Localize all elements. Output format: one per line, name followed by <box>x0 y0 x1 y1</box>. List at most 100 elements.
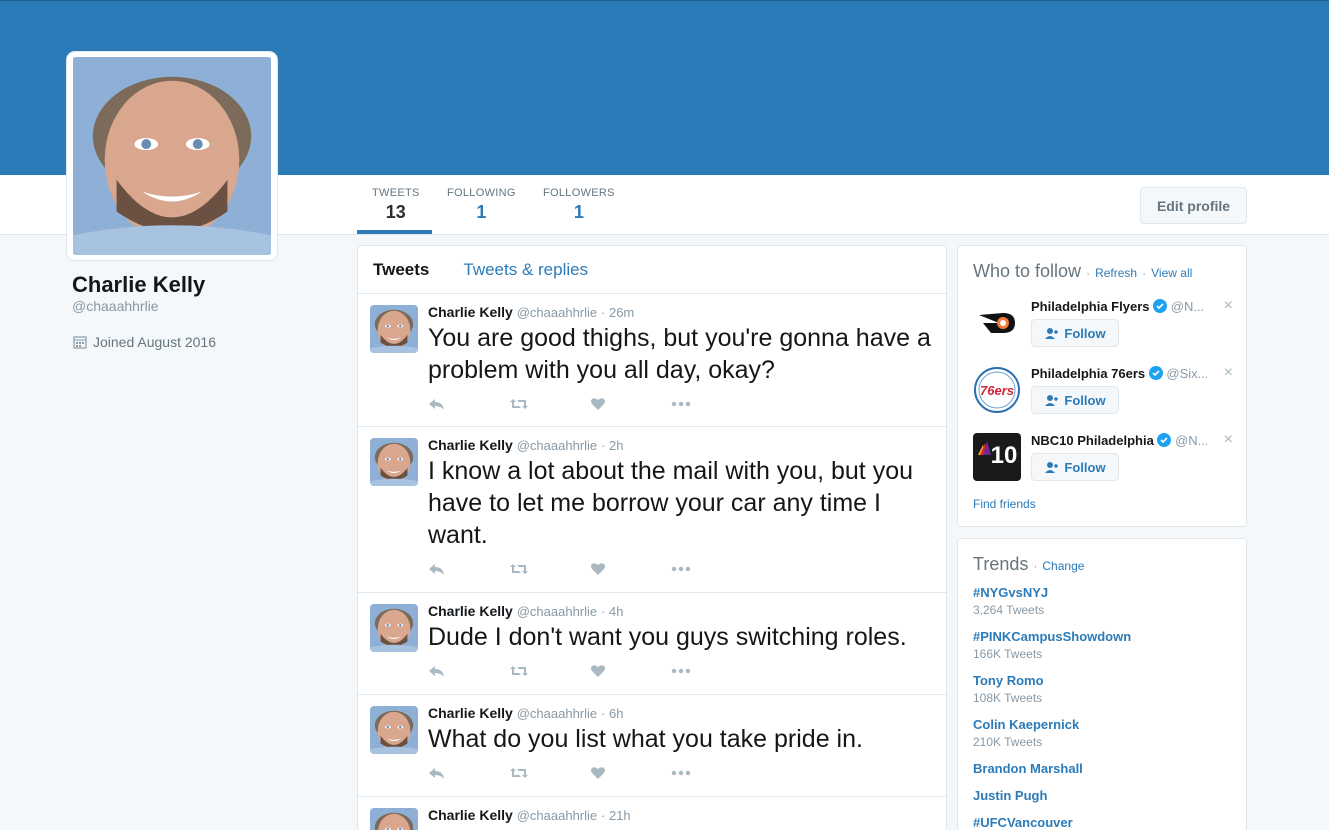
tweet-avatar[interactable] <box>370 604 418 652</box>
tweet-author-name[interactable]: Charlie Kelly <box>428 437 513 453</box>
tweet-text: What do you list what you take pride in. <box>428 725 863 753</box>
joined-date: Joined August 2016 <box>73 334 216 350</box>
refresh-link[interactable]: Refresh <box>1095 266 1137 280</box>
tweet-time[interactable]: · 4h <box>601 604 623 619</box>
change-link[interactable]: Change <box>1042 559 1084 573</box>
trend-name[interactable]: Colin Kaepernick <box>973 717 1079 732</box>
edit-profile-button[interactable]: Edit profile <box>1140 187 1247 224</box>
trend-item[interactable]: Colin Kaepernick 210K Tweets <box>973 717 1079 749</box>
suggestion-name[interactable]: Philadelphia 76ers <box>1031 366 1145 381</box>
tab-tweets-replies[interactable]: Tweets & replies <box>463 260 588 280</box>
like-icon[interactable] <box>590 559 671 579</box>
separator-dot: · <box>1033 559 1038 573</box>
more-icon[interactable] <box>671 661 752 681</box>
trend-item[interactable]: #NYGvsNYJ 3,264 Tweets <box>973 585 1048 617</box>
tweet-avatar[interactable] <box>370 438 418 486</box>
suggestion-handle[interactable]: @N... <box>1175 433 1207 448</box>
flyers-logo[interactable] <box>973 299 1021 347</box>
tweet-time[interactable]: · 26m <box>601 305 634 320</box>
follow-button[interactable]: Follow <box>1031 319 1119 347</box>
tweet[interactable]: Charlie Kelly @chaaahhrlie · 4h Dude I d… <box>358 593 946 695</box>
retweet-icon[interactable] <box>509 559 590 579</box>
tab-tweets[interactable]: Tweets <box>373 260 429 280</box>
tweet-author-name[interactable]: Charlie Kelly <box>428 603 513 619</box>
tweet-time[interactable]: · 6h <box>601 706 623 721</box>
profile-avatar[interactable] <box>67 52 277 260</box>
tweet-author-handle[interactable]: @chaaahhrlie <box>517 604 597 619</box>
tweet[interactable]: Charlie Kelly @chaaahhrlie · 21h <box>358 797 946 830</box>
tweet-author-handle[interactable]: @chaaahhrlie <box>517 808 597 823</box>
like-icon[interactable] <box>590 661 671 681</box>
tweet-avatar[interactable] <box>370 808 418 830</box>
reply-icon[interactable] <box>428 394 509 414</box>
active-tab-underline <box>357 230 432 234</box>
nbc10-logo[interactable]: 10 <box>973 433 1021 481</box>
tweet-time[interactable]: · 2h <box>601 438 623 453</box>
trend-count: 3,264 Tweets <box>973 603 1045 617</box>
dismiss-icon[interactable]: × <box>1224 364 1233 382</box>
suggestion-handle[interactable]: @N... <box>1171 299 1204 314</box>
trend-item[interactable]: Justin Pugh <box>973 788 1047 803</box>
add-user-icon <box>1045 395 1059 406</box>
more-icon[interactable] <box>671 763 752 783</box>
verified-icon <box>1153 299 1168 314</box>
view-all-link[interactable]: View all <box>1151 266 1192 280</box>
profile-handle[interactable]: @chaaahhrlie <box>72 298 159 314</box>
trend-count: 166K Tweets <box>973 647 1043 661</box>
stat-followers[interactable]: FOLLOWERS 1 <box>543 187 615 223</box>
follow-button[interactable]: Follow <box>1031 453 1119 481</box>
timeline-tabs: Tweets Tweets & replies <box>358 246 946 294</box>
tweet[interactable]: Charlie Kelly @chaaahhrlie · 6h What do … <box>358 695 946 797</box>
tweet[interactable]: Charlie Kelly @chaaahhrlie · 26m You are… <box>358 294 946 427</box>
stat-tweets[interactable]: TWEETS 13 <box>372 187 420 223</box>
retweet-icon[interactable] <box>509 394 590 414</box>
reply-icon[interactable] <box>428 661 509 681</box>
stat-following[interactable]: FOLLOWING 1 <box>447 187 516 223</box>
suggestion-flyers: Philadelphia Flyers @N... × Follow <box>973 297 1233 359</box>
separator-dot: · <box>1142 266 1147 280</box>
nbc10-logo-text: 10 <box>991 442 1018 469</box>
find-friends-link[interactable]: Find friends <box>973 497 1036 511</box>
dismiss-icon[interactable]: × <box>1224 297 1233 315</box>
tweet-author-name[interactable]: Charlie Kelly <box>428 807 513 823</box>
tweet-time[interactable]: · 21h <box>601 808 631 823</box>
more-icon[interactable] <box>671 559 752 579</box>
suggestion-name[interactable]: Philadelphia Flyers <box>1031 299 1150 314</box>
profile-name[interactable]: Charlie Kelly <box>72 272 205 298</box>
dismiss-icon[interactable]: × <box>1224 431 1233 449</box>
trend-name[interactable]: #NYGvsNYJ <box>973 585 1048 600</box>
tweet[interactable]: Charlie Kelly @chaaahhrlie · 2h I know a… <box>358 427 946 593</box>
trend-name[interactable]: #UFCVancouver <box>973 815 1073 830</box>
tweet-author-name[interactable]: Charlie Kelly <box>428 705 513 721</box>
trend-item[interactable]: #UFCVancouver <box>973 815 1073 830</box>
tweet-avatar[interactable] <box>370 305 418 353</box>
verified-icon <box>1157 433 1172 448</box>
retweet-icon[interactable] <box>509 763 590 783</box>
reply-icon[interactable] <box>428 763 509 783</box>
trend-item[interactable]: #PINKCampusShowdown 166K Tweets <box>973 629 1131 661</box>
more-icon[interactable] <box>671 394 752 414</box>
trends-title: Trends <box>973 554 1029 574</box>
trend-name[interactable]: Tony Romo <box>973 673 1044 688</box>
like-icon[interactable] <box>590 763 671 783</box>
tweet-author-handle[interactable]: @chaaahhrlie <box>517 305 597 320</box>
verified-icon <box>1148 366 1163 381</box>
tweet-author-handle[interactable]: @chaaahhrlie <box>517 706 597 721</box>
trend-name[interactable]: Brandon Marshall <box>973 761 1083 776</box>
trend-name[interactable]: Justin Pugh <box>973 788 1047 803</box>
trend-item[interactable]: Brandon Marshall <box>973 761 1083 776</box>
like-icon[interactable] <box>590 394 671 414</box>
follow-label: Follow <box>1064 325 1106 341</box>
reply-icon[interactable] <box>428 559 509 579</box>
trend-item[interactable]: Tony Romo 108K Tweets <box>973 673 1044 705</box>
76ers-logo[interactable]: 76ers <box>973 366 1021 414</box>
trend-name[interactable]: #PINKCampusShowdown <box>973 629 1131 644</box>
tweet-author-handle[interactable]: @chaaahhrlie <box>517 438 597 453</box>
suggestion-handle[interactable]: @Six... <box>1166 366 1207 381</box>
suggestion-name[interactable]: NBC10 Philadelphia <box>1031 433 1154 448</box>
tweet-text: You are good thighs, but you're gonna ha… <box>428 324 931 384</box>
tweet-avatar[interactable] <box>370 706 418 754</box>
tweet-author-name[interactable]: Charlie Kelly <box>428 304 513 320</box>
retweet-icon[interactable] <box>509 661 590 681</box>
follow-button[interactable]: Follow <box>1031 386 1119 414</box>
